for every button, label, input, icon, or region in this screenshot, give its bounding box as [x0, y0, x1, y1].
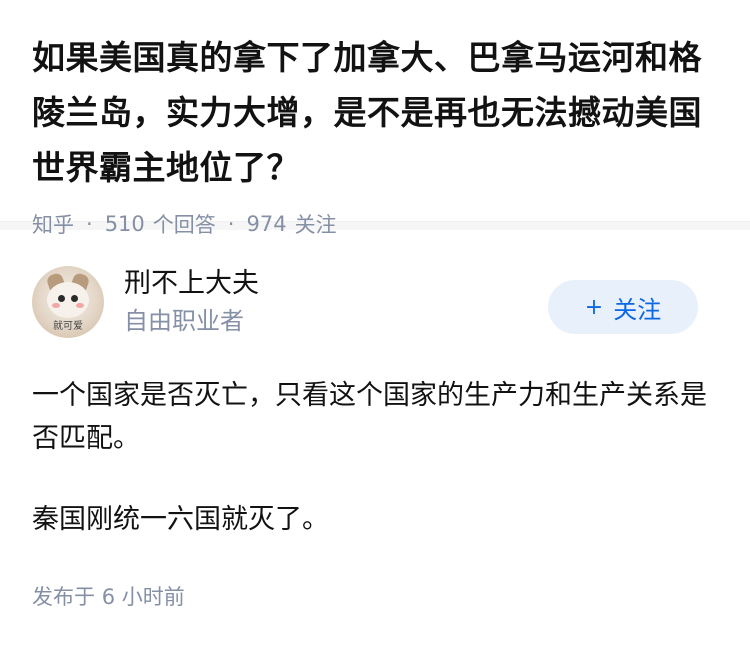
answer-paragraph: 一个国家是否灭亡，只看这个国家的生产力和生产关系是否匹配。 [32, 380, 707, 454]
avatar-caption: 就可爱 [53, 321, 83, 332]
publish-info: 发布于 6 小时前 [32, 581, 718, 611]
answer-paragraph: 秦国刚统一六国就灭了。 [32, 504, 329, 535]
follow-button[interactable]: + 关注 [548, 280, 698, 334]
answer-content: 一个国家是否灭亡，只看这个国家的生产力和生产关系是否匹配。 秦国刚统一六国就灭了… [32, 374, 718, 541]
follow-label: 关注 [613, 295, 662, 324]
cat-blush [52, 303, 60, 308]
answers-label[interactable]: 个回答 [153, 209, 216, 239]
question-title[interactable]: 如果美国真的拿下了加拿大、巴拿马运河和格陵兰岛，实力大增，是不是再也无法撼动美国… [32, 30, 718, 195]
author-description: 自由职业者 [124, 307, 244, 335]
answers-count: 510 [104, 212, 145, 236]
author-name[interactable]: 刑不上大夫 [124, 266, 259, 302]
cat-eye [71, 295, 78, 302]
source-label[interactable]: 知乎 [32, 209, 74, 239]
avatar[interactable]: 就可爱 [32, 266, 104, 338]
cat-blush [76, 303, 84, 308]
publish-time: 6 小时前 [101, 585, 185, 609]
answer-card: 就可爱 刑不上大夫 自由职业者 + 关注 一个国家是否灭亡，只看这个国家的生产力… [0, 230, 750, 611]
followers-label[interactable]: 关注 [295, 209, 337, 239]
plus-icon: + [584, 294, 604, 320]
meta-separator: · [86, 212, 93, 236]
question-header: 如果美国真的拿下了加拿大、巴拿马运河和格陵兰岛，实力大增，是不是再也无法撼动美国… [0, 0, 750, 237]
followers-count: 974 [246, 212, 287, 236]
author-row: 就可爱 刑不上大夫 自由职业者 + 关注 [32, 252, 718, 352]
meta-separator: · [227, 212, 235, 236]
cat-face [47, 282, 89, 318]
author-info: 刑不上大夫 自由职业者 [124, 266, 259, 338]
cat-eye [58, 295, 65, 302]
publish-prefix: 发布于 [32, 585, 95, 609]
